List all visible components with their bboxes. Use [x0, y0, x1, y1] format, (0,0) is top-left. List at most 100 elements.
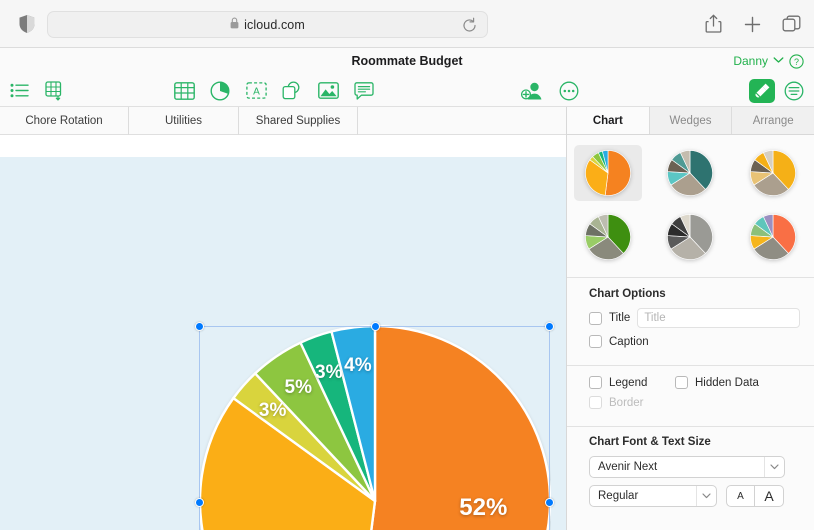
- chart-options-heading: Chart Options: [589, 288, 800, 300]
- canvas-top-strip: [0, 135, 566, 157]
- reload-icon[interactable]: [461, 17, 478, 34]
- chart-style-2[interactable]: [656, 145, 724, 201]
- resize-handle-middle-left[interactable]: [195, 498, 204, 507]
- tab-arrange[interactable]: Arrange: [732, 107, 814, 134]
- shield-icon[interactable]: [14, 11, 40, 37]
- text-box-icon[interactable]: A: [245, 80, 267, 102]
- more-options-icon[interactable]: [558, 80, 580, 102]
- svg-text:?: ?: [794, 56, 799, 66]
- address-bar-content: icloud.com: [230, 16, 305, 34]
- plus-icon[interactable]: [741, 13, 763, 35]
- sheet-tab-shared-supplies[interactable]: Shared Supplies: [239, 107, 358, 135]
- sheet-tab-empty-area[interactable]: [358, 107, 566, 135]
- sheet-tab-bar: Chore Rotation Utilities Shared Supplies: [0, 107, 566, 135]
- add-sheet-icon[interactable]: [44, 80, 66, 102]
- toolbar-left-group: [8, 74, 66, 107]
- title-checkbox[interactable]: [589, 312, 602, 325]
- sheet-tab-utilities[interactable]: Utilities: [129, 107, 239, 135]
- title-checkbox-label: Title: [609, 312, 630, 324]
- sheet-canvas[interactable]: 52%33%3%5%3%4%: [0, 157, 566, 530]
- legend-hidden-row: Legend Hidden Data: [589, 376, 800, 389]
- font-family-value: Avenir Next: [598, 461, 657, 473]
- title-option-row: Title Title: [589, 308, 800, 328]
- chart-selection-frame[interactable]: [199, 326, 550, 530]
- chart-style-1[interactable]: [574, 145, 642, 201]
- border-checkbox-label: Border: [609, 397, 644, 409]
- account-area: Danny ?: [733, 48, 804, 74]
- legend-option: Legend: [589, 376, 675, 389]
- address-bar[interactable]: icloud.com: [47, 11, 488, 38]
- chevron-down-icon[interactable]: [773, 55, 784, 67]
- resize-handle-top-middle[interactable]: [371, 322, 380, 331]
- toolbar-right-group: [749, 74, 805, 107]
- caption-checkbox-label: Caption: [609, 336, 649, 348]
- add-collaborator-icon[interactable]: [521, 80, 543, 102]
- caption-checkbox[interactable]: [589, 335, 602, 348]
- legend-options-section: Legend Hidden Data Border: [567, 366, 814, 422]
- toolbar-insert-group: A: [173, 74, 375, 107]
- chart-options-section: Chart Options Title Title Caption: [567, 278, 814, 361]
- sheet-tab-label: Shared Supplies: [256, 115, 340, 127]
- url-text: icloud.com: [244, 18, 305, 32]
- chart-icon[interactable]: [209, 80, 231, 102]
- sheet-tab-label: Utilities: [165, 115, 202, 127]
- caption-option-row: Caption: [589, 335, 800, 348]
- hidden-data-option: Hidden Data: [675, 376, 759, 389]
- share-icon[interactable]: [702, 13, 724, 35]
- toolbar-collab-group: [521, 74, 580, 107]
- chart-title-input[interactable]: Title: [637, 308, 800, 328]
- chart-style-5[interactable]: [656, 209, 724, 265]
- decrease-font-size-button[interactable]: A: [726, 485, 755, 507]
- resize-handle-top-left[interactable]: [195, 322, 204, 331]
- sheet-tab-label: Chore Rotation: [25, 115, 102, 127]
- media-icon[interactable]: [317, 80, 339, 102]
- numbers-icloud-window: icloud.com: [0, 0, 814, 530]
- svg-text:A: A: [253, 86, 260, 97]
- legend-checkbox-label: Legend: [609, 377, 647, 389]
- format-brush-icon[interactable]: [749, 79, 775, 103]
- hidden-data-checkbox[interactable]: [675, 376, 688, 389]
- chart-style-3[interactable]: [739, 145, 807, 201]
- chart-style-6[interactable]: [739, 209, 807, 265]
- resize-handle-middle-right[interactable]: [545, 498, 554, 507]
- format-inspector-panel: Chart Wedges Arrange Chart Options Title…: [566, 107, 814, 530]
- shape-icon[interactable]: [281, 80, 303, 102]
- chart-font-section: Chart Font & Text Size Avenir Next Regul…: [567, 427, 814, 515]
- increase-font-size-button[interactable]: A: [755, 485, 784, 507]
- chart-style-gallery[interactable]: [567, 135, 814, 278]
- resize-handle-top-right[interactable]: [545, 322, 554, 331]
- legend-checkbox[interactable]: [589, 376, 602, 389]
- tab-overview-icon[interactable]: [780, 13, 802, 35]
- tab-wedges-label: Wedges: [670, 115, 712, 127]
- font-family-select[interactable]: Avenir Next: [589, 456, 785, 478]
- document-header: Roommate Budget Danny ?: [0, 48, 814, 74]
- tab-arrange-label: Arrange: [753, 115, 794, 127]
- app-toolbar: A: [0, 74, 814, 107]
- hidden-data-checkbox-label: Hidden Data: [695, 377, 759, 389]
- table-icon[interactable]: [173, 80, 195, 102]
- thumb-wedge: [605, 150, 630, 195]
- account-name[interactable]: Danny: [733, 54, 768, 68]
- font-weight-select[interactable]: Regular: [589, 485, 717, 507]
- border-option-row: Border: [589, 396, 800, 409]
- help-icon[interactable]: ?: [789, 54, 804, 69]
- chevron-down-icon: [696, 486, 716, 506]
- chart-style-4[interactable]: [574, 209, 642, 265]
- tab-wedges[interactable]: Wedges: [650, 107, 733, 134]
- browser-toolbar: icloud.com: [0, 0, 814, 48]
- font-size-buttons: A A: [726, 485, 784, 507]
- sidebar-list-icon[interactable]: [8, 80, 30, 102]
- inspector-tab-bar: Chart Wedges Arrange: [567, 107, 814, 135]
- chart-font-heading: Chart Font & Text Size: [589, 436, 800, 448]
- comment-icon[interactable]: [353, 80, 375, 102]
- sheet-tab-chore-rotation[interactable]: Chore Rotation: [0, 107, 129, 135]
- lock-icon: [230, 16, 239, 34]
- tab-chart[interactable]: Chart: [567, 107, 650, 134]
- browser-actions: [702, 0, 802, 48]
- chevron-down-icon: [764, 457, 784, 477]
- page-title: Roommate Budget: [351, 54, 462, 68]
- tab-chart-label: Chart: [593, 115, 623, 127]
- font-weight-value: Regular: [598, 490, 638, 502]
- organize-icon[interactable]: [783, 80, 805, 102]
- border-checkbox: [589, 396, 602, 409]
